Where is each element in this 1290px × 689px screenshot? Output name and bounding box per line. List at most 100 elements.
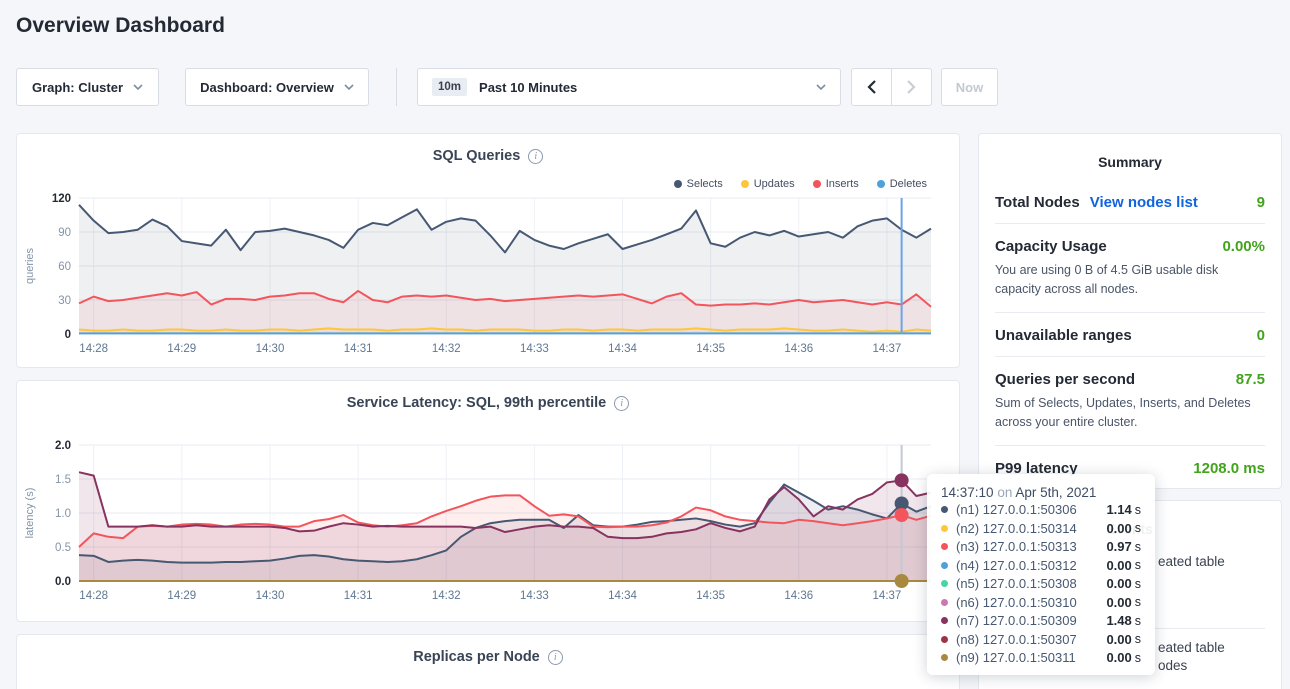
node-color-dot bbox=[941, 617, 948, 624]
summary-stat-label: Total Nodes bbox=[995, 194, 1080, 211]
svg-text:14:32: 14:32 bbox=[432, 590, 461, 602]
info-icon[interactable]: i bbox=[614, 396, 629, 411]
svg-text:14:36: 14:36 bbox=[784, 590, 813, 602]
legend-item-deletes[interactable]: Deletes bbox=[877, 178, 927, 190]
previous-timeframe-button[interactable] bbox=[852, 69, 891, 105]
svg-text:14:37: 14:37 bbox=[873, 590, 902, 602]
sql-queries-chart-header: SQL Queries i bbox=[17, 134, 959, 164]
tooltip-node-row: (n7) 127.0.0.1:503091.48s bbox=[941, 612, 1141, 630]
svg-text:14:37: 14:37 bbox=[873, 343, 902, 355]
chart-title: Replicas per Node bbox=[413, 649, 540, 665]
node-address: (n6) 127.0.0.1:50310 bbox=[956, 595, 1106, 610]
svg-text:30: 30 bbox=[58, 295, 71, 307]
chevron-down-icon bbox=[816, 84, 826, 90]
node-latency-unit: s bbox=[1135, 651, 1141, 665]
chart-title: Service Latency: SQL, 99th percentile bbox=[347, 395, 607, 411]
node-address: (n3) 127.0.0.1:50313 bbox=[956, 539, 1106, 554]
sql-queries-chart[interactable]: 14:2814:2914:3014:3114:3214:3314:3414:35… bbox=[17, 190, 961, 370]
node-latency-unit: s bbox=[1135, 595, 1141, 609]
node-address: (n1) 127.0.0.1:50306 bbox=[956, 502, 1106, 517]
summary-row: Capacity Usage0.00%You are using 0 B of … bbox=[995, 224, 1265, 313]
tooltip-timestamp: 14:37:10 on Apr 5th, 2021 bbox=[941, 485, 1141, 500]
tooltip-node-row: (n5) 127.0.0.1:503080.00s bbox=[941, 575, 1141, 593]
summary-stat-value: 87.5 bbox=[1236, 371, 1265, 388]
svg-text:14:31: 14:31 bbox=[344, 590, 373, 602]
node-color-dot bbox=[941, 636, 948, 643]
svg-text:queries: queries bbox=[24, 247, 36, 284]
svg-text:14:32: 14:32 bbox=[432, 343, 461, 355]
time-step-buttons bbox=[851, 68, 932, 106]
overview-dashboard-page: Overview Dashboard Graph: Cluster Dashbo… bbox=[0, 0, 1290, 689]
legend-item-inserts[interactable]: Inserts bbox=[813, 178, 859, 190]
svg-text:0.0: 0.0 bbox=[55, 576, 71, 588]
graph-scope-label: Graph: Cluster bbox=[32, 80, 123, 95]
legend-label: Selects bbox=[687, 178, 723, 190]
legend-dot bbox=[877, 180, 885, 188]
svg-text:14:36: 14:36 bbox=[784, 343, 813, 355]
node-color-dot bbox=[941, 506, 948, 513]
node-color-dot bbox=[941, 543, 948, 550]
tooltip-node-row: (n2) 127.0.0.1:503140.00s bbox=[941, 519, 1141, 537]
svg-text:0.5: 0.5 bbox=[55, 542, 71, 554]
next-timeframe-button[interactable] bbox=[891, 69, 931, 105]
time-range-dropdown[interactable]: 10m Past 10 Minutes bbox=[417, 68, 841, 106]
controls-divider bbox=[396, 68, 397, 106]
replicas-chart-header: Replicas per Node i bbox=[17, 635, 959, 665]
service-latency-chart[interactable]: 14:2814:2914:3014:3114:3214:3314:3414:35… bbox=[17, 437, 961, 617]
tooltip-node-row: (n6) 127.0.0.1:503100.00 s bbox=[941, 593, 1141, 611]
summary-stat-label: Queries per second bbox=[995, 371, 1135, 388]
node-latency-value: 0.00 bbox=[1106, 595, 1131, 610]
service-latency-chart-header: Service Latency: SQL, 99th percentile i bbox=[17, 381, 959, 411]
now-button[interactable]: Now bbox=[941, 68, 998, 106]
node-latency-unit: s bbox=[1135, 540, 1141, 554]
replicas-per-node-chart-card: Replicas per Node i bbox=[16, 634, 960, 689]
svg-text:120: 120 bbox=[52, 193, 71, 205]
summary-rows: Total NodesView nodes list9Capacity Usag… bbox=[995, 180, 1265, 489]
node-address: (n8) 127.0.0.1:50307 bbox=[956, 632, 1106, 647]
node-latency-value: 0.00 bbox=[1106, 576, 1131, 591]
node-latency-unit: s bbox=[1135, 632, 1141, 646]
event-item: eated table bbox=[1158, 640, 1225, 655]
node-address: (n2) 127.0.0.1:50314 bbox=[956, 521, 1106, 536]
info-icon[interactable]: i bbox=[528, 149, 543, 164]
chevron-down-icon bbox=[344, 84, 354, 90]
legend-item-selects[interactable]: Selects bbox=[674, 178, 723, 190]
sql-queries-legend: Selects Updates Inserts Deletes bbox=[674, 178, 927, 190]
svg-text:0: 0 bbox=[65, 329, 71, 341]
legend-label: Inserts bbox=[826, 178, 859, 190]
view-nodes-list-link[interactable]: View nodes list bbox=[1090, 194, 1198, 211]
summary-row: Unavailable ranges0 bbox=[995, 313, 1265, 357]
tooltip-node-row: (n1) 127.0.0.1:503061.14s bbox=[941, 501, 1141, 519]
summary-row: Queries per second87.5Sum of Selects, Up… bbox=[995, 357, 1265, 446]
node-latency-unit: s bbox=[1135, 503, 1141, 517]
summary-title: Summary bbox=[995, 134, 1265, 170]
legend-item-updates[interactable]: Updates bbox=[741, 178, 795, 190]
node-latency-value: 0.00 bbox=[1106, 650, 1131, 665]
svg-text:90: 90 bbox=[58, 227, 71, 239]
svg-text:1.0: 1.0 bbox=[55, 508, 71, 520]
node-address: (n7) 127.0.0.1:50309 bbox=[956, 613, 1106, 628]
summary-stat-label: Capacity Usage bbox=[995, 238, 1107, 255]
summary-stat-value: 0 bbox=[1257, 327, 1265, 344]
summary-stat-value: 1208.0 ms bbox=[1193, 460, 1265, 477]
svg-text:2.0: 2.0 bbox=[55, 440, 71, 452]
info-icon[interactable]: i bbox=[548, 650, 563, 665]
service-latency-chart-card: Service Latency: SQL, 99th percentile i … bbox=[16, 380, 960, 622]
sql-queries-chart-card: SQL Queries i Selects Updates Inserts Delet… bbox=[16, 133, 960, 368]
svg-text:14:28: 14:28 bbox=[79, 343, 108, 355]
time-range-badge: 10m bbox=[432, 78, 467, 96]
node-color-dot bbox=[941, 654, 948, 661]
dashboard-label: Dashboard: Overview bbox=[200, 80, 334, 95]
svg-text:14:33: 14:33 bbox=[520, 343, 549, 355]
svg-text:14:30: 14:30 bbox=[256, 590, 285, 602]
legend-label: Deletes bbox=[890, 178, 927, 190]
event-item: eated table bbox=[1158, 554, 1225, 569]
chevron-right-icon bbox=[907, 80, 916, 94]
time-range-label: Past 10 Minutes bbox=[479, 80, 804, 95]
svg-text:14:33: 14:33 bbox=[520, 590, 549, 602]
summary-row: Total NodesView nodes list9 bbox=[995, 180, 1265, 224]
dashboard-dropdown[interactable]: Dashboard: Overview bbox=[185, 68, 369, 106]
node-latency-value: 0.00 bbox=[1106, 632, 1131, 647]
node-color-dot bbox=[941, 562, 948, 569]
graph-scope-dropdown[interactable]: Graph: Cluster bbox=[16, 68, 159, 106]
